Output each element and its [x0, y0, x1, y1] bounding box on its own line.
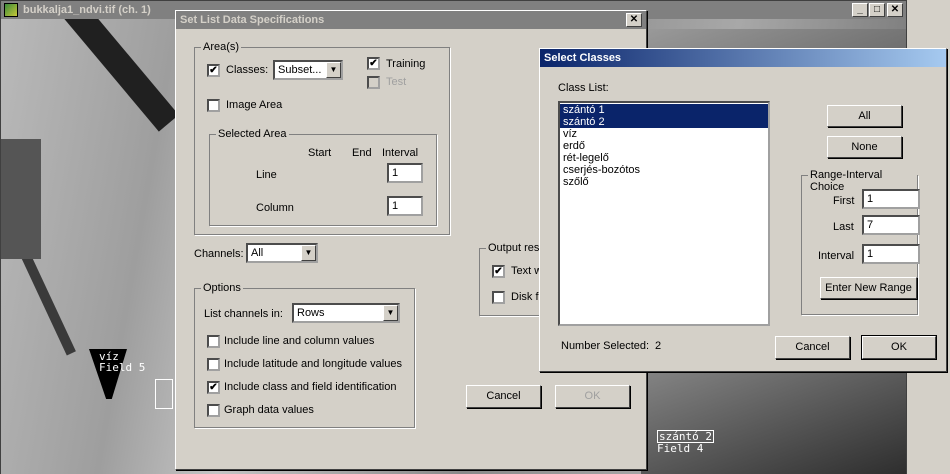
number-selected-label: Number Selected:	[561, 340, 650, 352]
test-checkbox	[367, 76, 380, 89]
list-spec-titlebar[interactable]: Set List Data Specifications ✕	[176, 11, 646, 29]
image-window-title: bukkalja1_ndvi.tif (ch. 1)	[23, 4, 151, 16]
test-label: Test	[386, 76, 407, 88]
selected-area-group: Selected Area Start End Interval Line 1 …	[209, 128, 437, 226]
include-lat-lon-label: Include latitude and longitude values	[224, 358, 402, 370]
line-label: Line	[256, 169, 277, 181]
areas-group: Area(s) ✔ Classes: Subset... ▼ ✔ Trainin…	[194, 41, 450, 235]
training-checkbox[interactable]: ✔	[367, 57, 380, 70]
all-button[interactable]: All	[827, 105, 902, 127]
text-output-label: Text w	[511, 265, 543, 277]
disk-output-label: Disk f	[511, 291, 539, 303]
classes-combo[interactable]: Subset... ▼	[273, 60, 343, 80]
field-box	[155, 379, 173, 409]
list-item[interactable]: szántó 2	[560, 116, 768, 128]
list-item[interactable]: szőlő	[560, 176, 768, 188]
first-label: First	[833, 195, 855, 207]
maximize-icon[interactable]: □	[869, 3, 885, 17]
classes-label: Classes:	[226, 64, 269, 76]
last-field[interactable]: 7	[862, 215, 920, 235]
include-class-field-checkbox[interactable]: ✔	[207, 381, 220, 394]
list-spec-title: Set List Data Specifications	[180, 14, 325, 26]
chevron-down-icon[interactable]: ▼	[301, 245, 316, 261]
image-dark-stripe	[16, 242, 76, 356]
classes-checkbox[interactable]: ✔	[207, 64, 220, 77]
none-button[interactable]: None	[827, 136, 902, 158]
list-channels-combo-value: Rows	[297, 307, 325, 319]
classes-combo-value: Subset...	[278, 64, 322, 76]
options-group: Options List channels in: Rows ▼ Include…	[194, 282, 415, 428]
interval-header: Interval	[382, 147, 419, 159]
image-area-label: Image Area	[226, 99, 283, 111]
interval-label: Interval	[818, 250, 855, 262]
output-legend: Output res	[486, 242, 542, 254]
column-interval-field[interactable]: 1	[387, 196, 423, 216]
interval-field[interactable]: 1	[862, 244, 920, 264]
image-dark-road	[56, 19, 179, 132]
chevron-down-icon[interactable]: ▼	[383, 305, 398, 321]
select-classes-dialog: Select Classes Class List: szántó 1 szán…	[539, 48, 947, 372]
list-item[interactable]: erdő	[560, 140, 768, 152]
column-label: Column	[256, 202, 294, 214]
range-interval-group: Range-Interval Choice First 1 Last 7 Int…	[801, 169, 920, 315]
last-label: Last	[833, 221, 854, 233]
areas-legend: Area(s)	[201, 41, 242, 53]
start-header: Start	[308, 147, 332, 159]
select-classes-cancel-button[interactable]: Cancel	[775, 336, 850, 359]
graph-data-checkbox[interactable]	[207, 404, 220, 417]
include-line-column-checkbox[interactable]	[207, 335, 220, 348]
disk-output-checkbox[interactable]	[492, 291, 505, 304]
channels-combo-value: All	[251, 247, 264, 259]
select-classes-ok-button[interactable]: OK	[861, 335, 937, 360]
line-interval-field[interactable]: 1	[387, 163, 423, 183]
include-class-field-label: Include class and field identification	[224, 381, 397, 393]
list-spec-cancel-button[interactable]: Cancel	[466, 385, 541, 408]
image-area-checkbox[interactable]	[207, 99, 220, 112]
text-output-checkbox[interactable]: ✔	[492, 265, 505, 278]
graph-data-label: Graph data values	[224, 404, 314, 416]
select-classes-title: Select Classes	[544, 52, 622, 64]
app-icon	[4, 3, 18, 17]
overlay-label-2: szántó 2 Field 4	[657, 430, 714, 455]
list-item[interactable]: szántó 1	[560, 104, 768, 116]
close-icon[interactable]: ✕	[626, 13, 642, 27]
overlay-label-1: víz Field 5	[99, 350, 146, 374]
options-legend: Options	[201, 282, 243, 294]
close-icon[interactable]: ✕	[887, 3, 903, 17]
include-line-column-label: Include line and column values	[224, 335, 375, 347]
end-header: End	[352, 147, 372, 159]
list-spec-ok-button: OK	[555, 385, 630, 408]
number-selected-value: 2	[655, 340, 662, 352]
chevron-down-icon[interactable]: ▼	[326, 62, 341, 78]
image-dark-patch	[1, 139, 41, 259]
class-listbox[interactable]: szántó 1 szántó 2 víz erdő rét-legelő cs…	[558, 101, 770, 326]
channels-combo[interactable]: All ▼	[246, 243, 318, 263]
enter-new-range-button[interactable]: Enter New Range	[820, 277, 917, 299]
first-field[interactable]: 1	[862, 189, 920, 209]
class-list-label: Class List:	[558, 82, 609, 94]
list-item[interactable]: víz	[560, 128, 768, 140]
include-lat-lon-checkbox[interactable]	[207, 358, 220, 371]
selected-area-legend: Selected Area	[216, 128, 289, 140]
channels-label: Channels:	[194, 248, 244, 260]
list-channels-label: List channels in:	[204, 308, 283, 320]
training-label: Training	[386, 58, 426, 70]
list-channels-combo[interactable]: Rows ▼	[292, 303, 400, 323]
minimize-icon[interactable]: _	[852, 3, 868, 17]
list-item[interactable]: cserjés-bozótos	[560, 164, 768, 176]
list-item[interactable]: rét-legelő	[560, 152, 768, 164]
select-classes-titlebar[interactable]: Select Classes	[540, 49, 946, 67]
